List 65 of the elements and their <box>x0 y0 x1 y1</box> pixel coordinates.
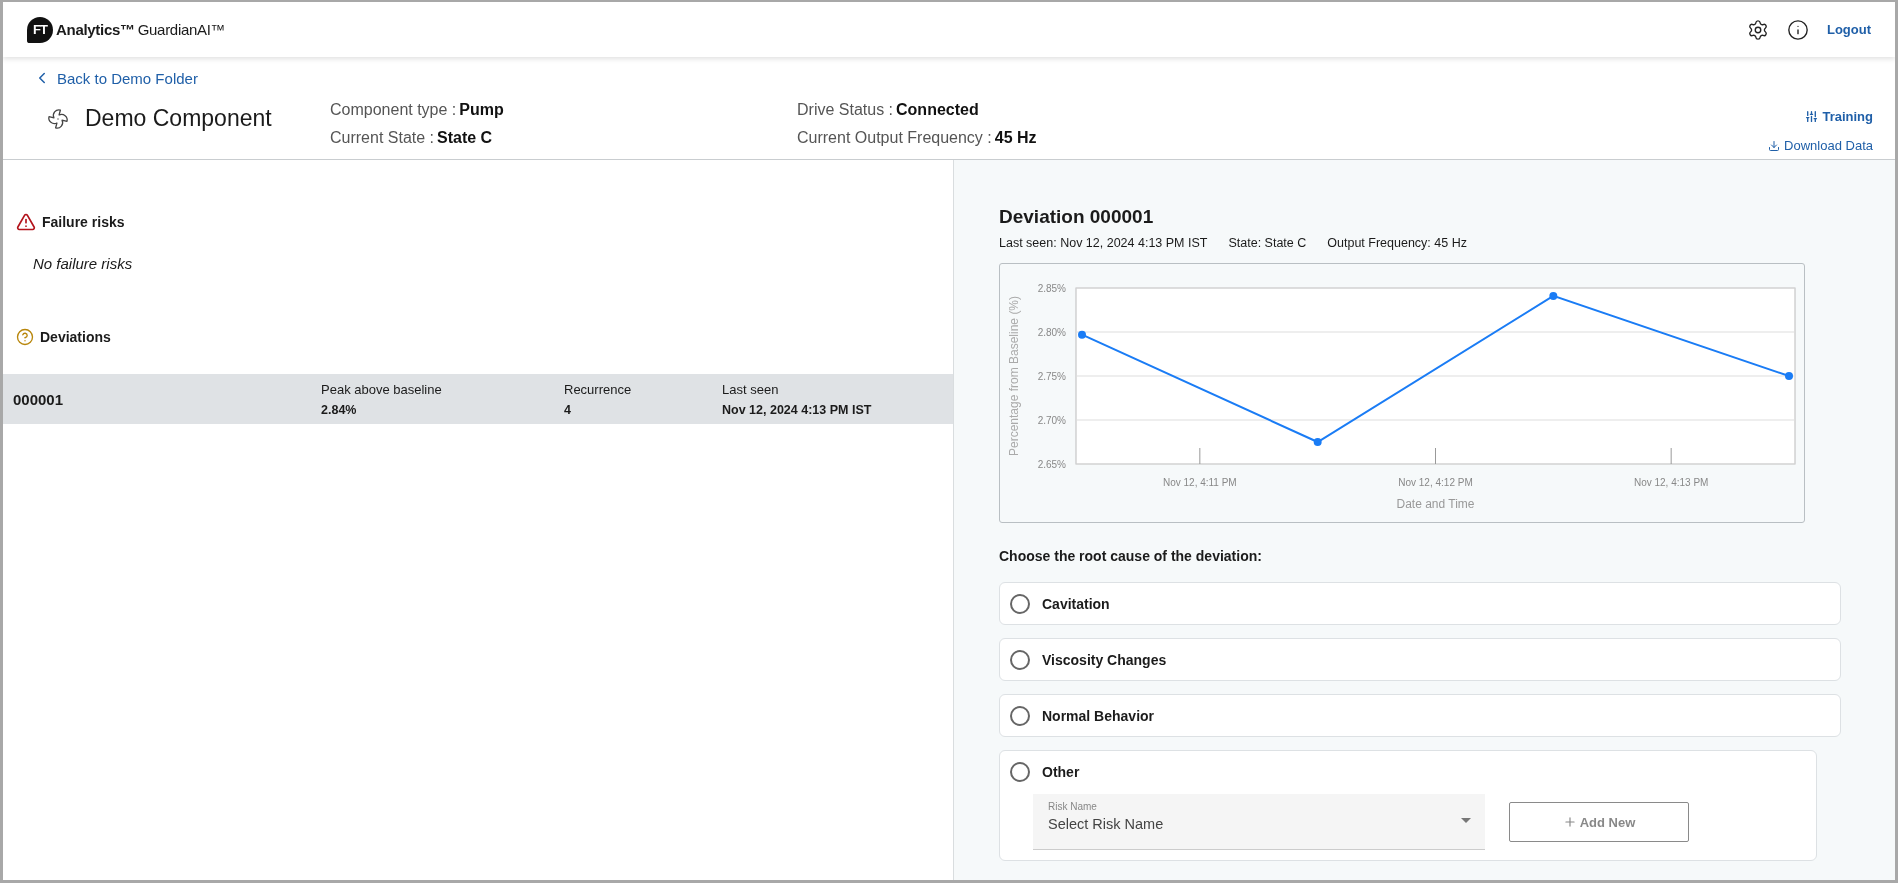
cell-value: 2.84% <box>321 402 358 417</box>
y-tick-label: 2.65% <box>1037 459 1066 470</box>
radio-button[interactable] <box>1010 761 1030 782</box>
section-title: Deviations <box>40 329 111 345</box>
y-axis-title: Percentage from Baseline (%) <box>1007 295 1021 457</box>
warning-icon <box>16 212 36 232</box>
option-label: Cavitation <box>1042 595 1110 612</box>
y-tick-label: 2.70% <box>1037 415 1066 426</box>
help-icon <box>16 328 34 346</box>
cell-label: Recurrence <box>564 381 633 397</box>
plus-icon <box>1562 815 1577 829</box>
deviation-meta: State: State C <box>1228 236 1307 250</box>
x-tick-label: Nov 12, 4:12 PM <box>1398 477 1473 488</box>
add-new-button[interactable]: Add New <box>1509 802 1689 842</box>
caret-icon <box>1461 818 1471 823</box>
x-tick-label: Nov 12, 4:13 PM <box>1633 477 1709 488</box>
radio-button[interactable] <box>1010 649 1030 670</box>
option-label: Viscosity Changes <box>1042 651 1167 668</box>
deviation-meta: Last seen: Nov 12, 2024 4:13 PM IST <box>999 236 1208 250</box>
sliders-icon <box>1805 110 1819 123</box>
radio-button[interactable] <box>1010 593 1030 614</box>
option-label: Other <box>1042 763 1080 780</box>
data-point <box>1078 330 1086 339</box>
option-label: Normal Behavior <box>1042 707 1155 724</box>
data-point <box>1785 372 1793 380</box>
section-title: Failure risks <box>42 214 125 230</box>
component-field: Current Output Frequency : 45 Hz <box>797 129 1197 147</box>
radio-button[interactable] <box>1010 705 1030 726</box>
back-link[interactable]: Back to Demo Folder <box>33 69 198 87</box>
info-icon[interactable] <box>1786 18 1809 41</box>
x-tick-label: Nov 12, 4:11 PM <box>1162 477 1237 488</box>
download-icon <box>1768 139 1781 152</box>
y-tick-label: 2.80% <box>1037 327 1066 338</box>
option-card[interactable]: Viscosity Changes <box>999 638 1841 681</box>
deviation-id: 000001 <box>13 390 65 408</box>
cell-label: Last seen <box>722 381 780 397</box>
cell-value: Nov 12, 2024 4:13 PM IST <box>722 402 873 417</box>
fan-icon <box>47 107 69 130</box>
data-point <box>1549 291 1558 300</box>
option-card[interactable]: Cavitation <box>999 582 1841 625</box>
deviation-row[interactable]: 000001 Peak above baseline 2.84% Recurrence 4 Last seen Nov 12, 2024 4:13 PM IST <box>3 374 953 424</box>
risk-name-select[interactable]: Risk Name Select Risk Name <box>1033 794 1485 850</box>
logo-mark: FT <box>27 16 53 43</box>
question-text: Choose the root cause of the deviation: <box>999 548 1263 564</box>
component-field: Drive Status : Connected <box>797 101 1197 119</box>
deviation-meta: Output Frequency: 45 Hz <box>1327 236 1467 250</box>
logo-brand: Analytics™ <box>56 21 135 38</box>
download-link[interactable]: Download Data <box>1768 138 1873 153</box>
cell-label: Peak above baseline <box>321 381 443 397</box>
cell-value: 4 <box>564 402 572 417</box>
option-card[interactable]: Other Risk Name Select Risk Name Add New <box>999 750 1817 861</box>
settings-icon[interactable] <box>1746 18 1769 41</box>
y-tick-label: 2.85% <box>1037 283 1066 294</box>
deviation-title: Deviation 000001 <box>999 206 1155 228</box>
logout-link[interactable]: Logout <box>1826 22 1871 37</box>
component-title: Demo Component <box>85 105 272 132</box>
training-link[interactable]: Training <box>1805 109 1873 124</box>
empty-message: No failure risks <box>32 254 134 272</box>
x-axis-title: Date and Time <box>1396 497 1475 511</box>
option-card[interactable]: Normal Behavior <box>999 694 1841 737</box>
component-field: Component type : Pump <box>330 101 797 119</box>
data-point <box>1313 438 1322 446</box>
y-tick-label: 2.75% <box>1037 371 1066 382</box>
component-field: Current State : State C <box>330 129 797 147</box>
logo-product: GuardianAI™ <box>137 21 226 38</box>
